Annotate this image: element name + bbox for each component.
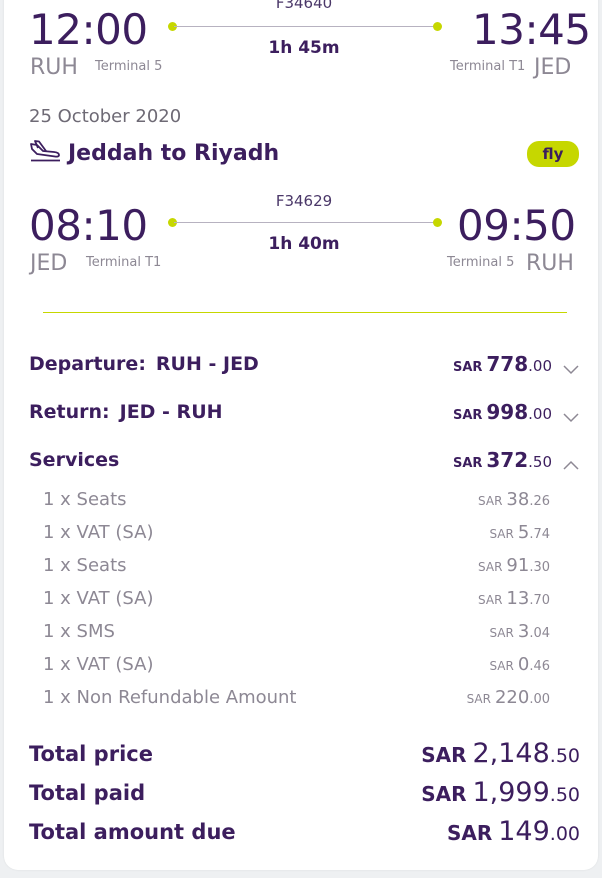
price-int: 38: [506, 489, 530, 510]
service-item-label: 1 x VAT (SA): [43, 588, 154, 609]
price-int: 372: [486, 448, 529, 472]
total-price-label: Total price: [29, 742, 153, 766]
price-int: 5: [517, 522, 530, 543]
booking-summary-card: F34640 12:00 13:45 1h 45m RUH Terminal 5…: [4, 0, 598, 870]
total-due-label: Total amount due: [29, 820, 236, 844]
currency: SAR: [446, 821, 493, 845]
currency: SAR: [489, 527, 514, 541]
return-arrival-time: 09:50: [457, 201, 576, 250]
total-paid-value: SAR 1,999.50: [421, 779, 580, 806]
outbound-departure-time: 12:00: [29, 5, 148, 54]
currency: SAR: [421, 743, 467, 767]
service-item-label: 1 x VAT (SA): [43, 654, 154, 675]
service-item-label: 1 x SMS: [43, 621, 115, 642]
outbound-arrival-code: JED: [534, 55, 572, 80]
price-dec: .00: [529, 692, 550, 707]
service-item-price: SAR 91.30: [478, 557, 550, 575]
outbound-duration: 1h 45m: [268, 38, 340, 58]
price-dec: .00: [528, 357, 552, 375]
price-dec: .26: [529, 494, 550, 509]
currency: SAR: [466, 692, 491, 706]
departure-label: Departure:: [29, 353, 146, 375]
service-item-label: 1 x Seats: [43, 489, 127, 510]
outbound-arrival-terminal: Terminal T1: [450, 59, 526, 74]
section-divider: [43, 312, 567, 313]
service-item-label: 1 x Seats: [43, 555, 127, 576]
service-item-label: 1 x VAT (SA): [43, 522, 154, 543]
price-dec: .00: [549, 823, 580, 845]
currency: SAR: [478, 494, 503, 508]
service-item-price: SAR 220.00: [467, 689, 550, 707]
service-item-label: 1 x Non Refundable Amount: [43, 687, 297, 708]
price-dec: .70: [529, 593, 550, 608]
departure-route: RUH - JED: [155, 353, 259, 375]
return-date: 25 October 2020: [29, 106, 182, 127]
price-int: 149: [498, 816, 550, 847]
price-dec: .30: [529, 560, 550, 575]
chevron-down-icon[interactable]: [563, 360, 579, 375]
outbound-departure-code: RUH: [30, 55, 78, 80]
outbound-route-line: [174, 26, 438, 27]
chevron-up-icon[interactable]: [563, 455, 579, 470]
outbound-flight-number: F34640: [275, 0, 333, 12]
return-price: SAR 998.00: [453, 402, 552, 422]
return-flight-number: F34629: [275, 192, 333, 210]
currency: SAR: [478, 593, 503, 607]
price-dec: .00: [528, 405, 552, 423]
service-item-price: SAR 13.70: [478, 590, 550, 608]
outbound-destination-dot: [433, 22, 442, 31]
currency: SAR: [489, 626, 514, 640]
currency: SAR: [478, 560, 503, 574]
total-due-value: SAR 149.00: [447, 818, 580, 845]
price-dec: .46: [529, 659, 550, 674]
price-dec: .50: [528, 453, 552, 471]
services-label: Services: [29, 449, 120, 471]
outbound-arrival-time: 13:45: [472, 5, 591, 54]
return-route: JED - RUH: [119, 401, 223, 423]
price-int: 220: [494, 687, 530, 708]
return-departure-code: JED: [30, 251, 68, 276]
return-label: Return:: [29, 401, 110, 423]
return-duration: 1h 40m: [268, 234, 340, 254]
carrier-badge: fly: [527, 141, 579, 167]
return-arrival-terminal: Terminal 5: [447, 255, 515, 270]
service-item-price: SAR 5.74: [489, 524, 550, 542]
price-int: 1,999: [472, 777, 550, 808]
currency: SAR: [452, 360, 483, 375]
price-dec: .74: [529, 527, 550, 542]
price-int: 998: [486, 400, 529, 424]
price-int: 3: [517, 621, 530, 642]
price-int: 778: [486, 352, 529, 376]
currency: SAR: [421, 782, 467, 806]
services-price: SAR 372.50: [453, 450, 552, 470]
chevron-down-icon[interactable]: [563, 408, 579, 423]
price-dec: .50: [549, 745, 580, 767]
currency: SAR: [452, 456, 483, 471]
return-destination-dot: [433, 218, 442, 227]
return-arrival-code: RUH: [526, 251, 574, 276]
service-item-price: SAR 3.04: [489, 623, 550, 641]
price-int: 2,148: [472, 738, 550, 769]
return-departure-time: 08:10: [29, 201, 148, 250]
currency: SAR: [489, 659, 514, 673]
return-route-line: [174, 222, 438, 223]
price-dec: .04: [529, 626, 550, 641]
price-dec: .50: [549, 784, 580, 806]
price-int: 91: [506, 555, 530, 576]
outbound-departure-terminal: Terminal 5: [95, 59, 163, 74]
return-departure-terminal: Terminal T1: [86, 255, 162, 270]
service-item-price: SAR 38.26: [478, 491, 550, 509]
return-route-title: Jeddah to Riyadh: [68, 141, 280, 166]
service-item-price: SAR 0.46: [489, 656, 550, 674]
total-price-value: SAR 2,148.50: [421, 740, 580, 767]
total-paid-label: Total paid: [29, 781, 146, 805]
currency: SAR: [452, 408, 483, 423]
price-int: 13: [506, 588, 530, 609]
departure-price: SAR 778.00: [453, 354, 552, 374]
plane-landing-icon: [29, 140, 63, 162]
price-int: 0: [517, 654, 530, 675]
